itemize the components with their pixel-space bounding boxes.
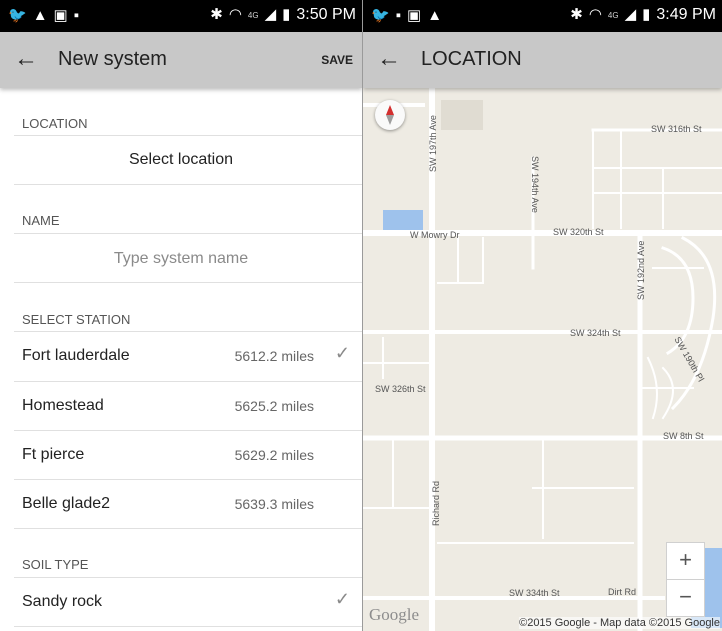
image-icon: ▪ <box>395 7 402 24</box>
check-icon: ✓ <box>334 343 350 363</box>
soil-type-name: Sandy rock <box>22 593 103 610</box>
app-bar: ← New system SAVE <box>0 32 362 88</box>
bluetooth-icon: ✱ <box>570 6 583 23</box>
station-name: Homestead <box>22 397 104 414</box>
location-screen: 🐦 ▪ ▣ ▲ ✱ ◠ 4G ◢ ▮ 3:49 PM ← LOCATION SW… <box>363 0 722 631</box>
divider <box>14 528 362 529</box>
street-label: SW 334th St <box>509 588 560 598</box>
divider <box>14 282 362 283</box>
select-location-button[interactable]: Select location <box>0 151 362 169</box>
check-icon: ✓ <box>334 589 350 609</box>
station-distance: 5625.2 miles <box>234 398 314 414</box>
gallery-icon: ▣ <box>407 7 422 24</box>
wifi-icon: ◠ <box>588 6 602 23</box>
network-type: 4G <box>247 10 259 20</box>
arrow-left-icon[interactable]: ← <box>14 45 38 73</box>
station-distance: 5629.2 miles <box>234 447 314 463</box>
water-area <box>383 210 423 232</box>
station-name: Ft pierce <box>22 446 85 463</box>
page-title: LOCATION <box>421 48 522 70</box>
station-item-ft-pierce[interactable]: Ft pierce 5629.2 miles <box>0 431 362 480</box>
wifi-icon: ◠ <box>228 6 242 23</box>
divider <box>14 233 362 234</box>
station-item-homestead[interactable]: Homestead 5625.2 miles <box>0 382 362 431</box>
warning-icon: ▲ <box>32 7 48 24</box>
image-icon: ▪ <box>73 7 80 24</box>
divider <box>14 184 362 185</box>
station-distance: 5639.3 miles <box>234 496 314 512</box>
station-distance: 5612.2 miles <box>234 348 314 364</box>
street-label: SW 320th St <box>553 227 604 237</box>
status-bar: 🐦 ▲ ▣ ▪ ✱ ◠ 4G ◢ ▮ 3:50 PM <box>0 0 362 32</box>
status-bar: 🐦 ▪ ▣ ▲ ✱ ◠ 4G ◢ ▮ 3:49 PM <box>363 0 722 32</box>
signal-icon: ◢ <box>624 6 637 23</box>
system-name-input[interactable]: Type system name <box>0 250 362 268</box>
street-label: SW 326th St <box>375 384 426 394</box>
arrow-left-icon[interactable]: ← <box>377 45 401 73</box>
street-label: SW 316th St <box>651 124 702 134</box>
save-button[interactable]: SAVE <box>321 53 353 67</box>
station-name: Belle glade2 <box>22 495 111 512</box>
network-type: 4G <box>607 10 619 20</box>
divider <box>14 626 362 627</box>
street-label: SW 194th Ave <box>530 156 540 213</box>
street-label: SW 8th St <box>663 431 704 441</box>
battery-icon: ▮ <box>282 6 291 23</box>
name-header: NAME <box>22 213 60 228</box>
status-time: 3:50 PM <box>296 6 356 23</box>
battery-icon: ▮ <box>642 6 651 23</box>
street-label: SW 197th Ave <box>428 115 438 172</box>
app-bar: ← LOCATION <box>363 32 722 88</box>
map-attribution[interactable]: ©2015 Google - Map data ©2015 Google <box>519 617 720 629</box>
google-logo: Google <box>369 605 420 624</box>
station-name: Fort lauderdale <box>22 347 130 364</box>
bluetooth-icon: ✱ <box>210 6 223 23</box>
compass-icon[interactable] <box>375 100 405 130</box>
zoom-in-button[interactable]: + <box>666 542 705 580</box>
station-item-belle-glade2[interactable]: Belle glade2 5639.3 miles <box>0 480 362 529</box>
gallery-icon: ▣ <box>53 7 68 24</box>
street-label: SW 324th St <box>570 328 621 338</box>
twitter-icon: 🐦 <box>8 7 27 24</box>
station-item-fort-lauderdale[interactable]: Fort lauderdale 5612.2 miles ✓ <box>0 332 362 381</box>
new-system-screen: 🐦 ▲ ▣ ▪ ✱ ◠ 4G ◢ ▮ 3:50 PM ← New system … <box>0 0 362 631</box>
soil-type-header: SOIL TYPE <box>22 557 89 572</box>
street-label: W Mowry Dr <box>410 230 460 240</box>
soil-type-item[interactable]: Sandy rock ✓ <box>0 578 362 627</box>
status-time: 3:49 PM <box>656 6 716 23</box>
street-label: Dirt Rd <box>608 587 637 597</box>
zoom-out-button[interactable]: − <box>666 579 705 617</box>
street-label: Richard Rd <box>431 480 441 526</box>
select-station-header: SELECT STATION <box>22 312 131 327</box>
divider <box>14 135 362 136</box>
street-label: SW 192nd Ave <box>636 240 646 300</box>
signal-icon: ◢ <box>264 6 277 23</box>
page-title: New system <box>58 48 167 70</box>
warning-icon: ▲ <box>427 7 443 24</box>
location-header: LOCATION <box>22 116 88 131</box>
twitter-icon: 🐦 <box>371 7 390 24</box>
